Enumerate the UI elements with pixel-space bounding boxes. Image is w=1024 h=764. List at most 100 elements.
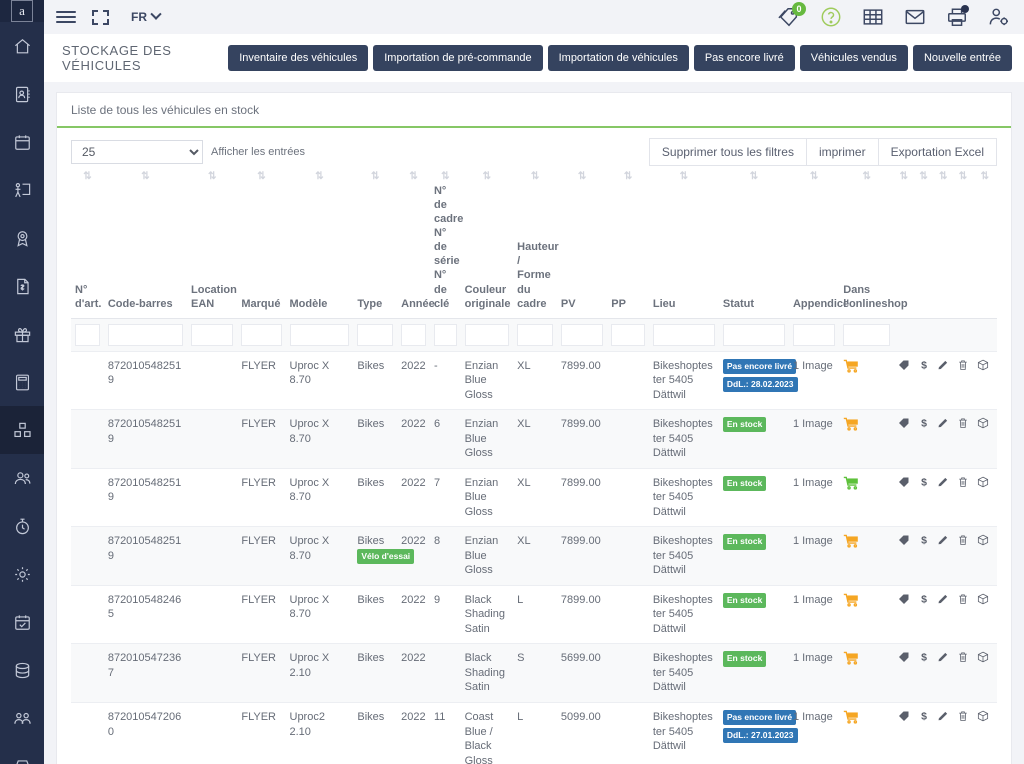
sort-toggle-20[interactable]: ⇅: [973, 166, 997, 184]
box-icon[interactable]: [977, 534, 993, 546]
sidebar-item-home[interactable]: [0, 22, 44, 70]
dollar-icon[interactable]: $: [918, 359, 930, 371]
page-length-select[interactable]: 102550100: [71, 140, 203, 164]
sort-toggle-8[interactable]: ⇅: [461, 166, 514, 184]
sort-toggle-12[interactable]: ⇅: [649, 166, 719, 184]
edit-icon[interactable]: [937, 651, 949, 663]
table-row[interactable]: 8720105482465 FLYER Uproc X 8.70 Bikes 2022 9…: [71, 585, 997, 644]
column-header-6[interactable]: Année: [397, 184, 435, 319]
sort-toggle-18[interactable]: ⇅: [933, 166, 953, 184]
column-filter-input-12[interactable]: [652, 323, 715, 346]
column-header-4[interactable]: Modèle: [285, 184, 354, 319]
column-header-8[interactable]: Couleur originale: [460, 184, 514, 319]
column-filter-input-0[interactable]: [75, 323, 100, 346]
dollar-icon[interactable]: $: [918, 593, 930, 605]
column-header-14[interactable]: Appendice: [788, 184, 849, 319]
tag-icon[interactable]: [898, 593, 910, 605]
column-filter-input-2[interactable]: [191, 323, 234, 346]
delete-icon[interactable]: [957, 710, 969, 722]
onlineshop-cart-icon[interactable]: [843, 710, 860, 724]
help-icon[interactable]: [820, 6, 842, 28]
onlineshop-cart-icon[interactable]: [843, 359, 860, 373]
tag-icon[interactable]: [898, 651, 910, 663]
sort-toggle-13[interactable]: ⇅: [719, 166, 789, 184]
column-header-2[interactable]: Location EAN: [187, 184, 238, 319]
sort-toggle-7[interactable]: ⇅: [430, 166, 461, 184]
delete-icon[interactable]: [957, 417, 969, 429]
app-logo[interactable]: a: [0, 0, 44, 22]
onlineshop-cart-icon[interactable]: [843, 651, 860, 666]
onlineshop-cart-icon[interactable]: [843, 476, 860, 490]
sidebar-item-team[interactable]: [0, 694, 44, 742]
column-filter-input-11[interactable]: [611, 323, 645, 346]
edit-icon[interactable]: [937, 417, 949, 429]
sort-toggle-9[interactable]: ⇅: [513, 166, 557, 184]
sidebar-item-award[interactable]: [0, 214, 44, 262]
delete-icon[interactable]: [957, 651, 969, 663]
box-icon[interactable]: [977, 651, 993, 663]
tag-icon[interactable]: [898, 710, 910, 722]
sort-toggle-16[interactable]: ⇅: [894, 166, 914, 184]
dollar-icon[interactable]: $: [918, 710, 930, 722]
delete-icon[interactable]: [957, 593, 969, 605]
nav-button-2[interactable]: Importation de véhicules: [547, 45, 689, 71]
edit-icon[interactable]: [937, 359, 949, 371]
nav-button-0[interactable]: Inventaire des véhicules: [228, 45, 369, 71]
column-header-11[interactable]: PP: [607, 184, 649, 319]
delete-icon[interactable]: [957, 534, 969, 546]
column-filter-input-4[interactable]: [289, 323, 350, 346]
sort-toggle-1[interactable]: ⇅: [104, 166, 187, 184]
column-header-9[interactable]: Hauteur / Forme du cadre: [513, 184, 559, 319]
table-row[interactable]: 8720105482519 FLYER Uproc X 8.70 Bikes Vélo …: [71, 526, 997, 586]
box-icon[interactable]: [977, 710, 993, 722]
column-header-17[interactable]: [913, 184, 934, 319]
table-row[interactable]: 8720105482519 FLYER Uproc X 8.70 Bikes 2022-…: [71, 351, 997, 410]
column-header-15[interactable]: Dans l'onlineshop: [839, 184, 908, 319]
column-header-20[interactable]: [972, 184, 997, 319]
sort-toggle-15[interactable]: ⇅: [839, 166, 894, 184]
onlineshop-cart-icon[interactable]: [843, 593, 860, 607]
column-filter-input-10[interactable]: [560, 323, 604, 346]
sort-toggle-14[interactable]: ⇅: [789, 166, 839, 184]
toolbar-button-2[interactable]: Exportation Excel: [877, 138, 997, 166]
menu-toggle-button[interactable]: [56, 11, 76, 23]
table-row[interactable]: 8720105482519 FLYER Uproc X 8.70 Bikes 2022 7…: [71, 468, 997, 527]
column-header-13[interactable]: Statut: [718, 184, 789, 319]
fullscreen-button[interactable]: [92, 9, 109, 25]
tag-icon[interactable]: [898, 417, 910, 429]
nav-button-3[interactable]: Pas encore livré: [693, 45, 795, 71]
nav-button-5[interactable]: Nouvelle entrée: [912, 45, 1012, 71]
column-filter-input-5[interactable]: [357, 323, 394, 346]
language-selector[interactable]: FR: [131, 8, 162, 24]
column-header-5[interactable]: Type: [353, 184, 398, 319]
sidebar-item-tasks[interactable]: [0, 598, 44, 646]
column-header-7[interactable]: N° de cadre N° de série N° de clé: [429, 184, 463, 319]
sidebar-item-stock[interactable]: [0, 406, 44, 454]
sidebar-item-settings[interactable]: [0, 550, 44, 598]
sort-toggle-4[interactable]: ⇅: [286, 166, 354, 184]
sort-toggle-6[interactable]: ⇅: [397, 166, 430, 184]
sidebar-item-gift[interactable]: [0, 310, 44, 358]
sidebar-item-customers[interactable]: [0, 454, 44, 502]
sort-toggle-10[interactable]: ⇅: [557, 166, 607, 184]
sidebar-item-pos[interactable]: [0, 742, 44, 764]
sidebar-item-calendar[interactable]: [0, 118, 44, 166]
delete-icon[interactable]: [957, 476, 969, 488]
sidebar-item-invoice[interactable]: [0, 262, 44, 310]
dollar-icon[interactable]: $: [918, 651, 930, 664]
column-header-18[interactable]: [933, 184, 954, 319]
onlineshop-cart-icon[interactable]: [843, 534, 860, 548]
box-icon[interactable]: [977, 417, 993, 429]
dollar-icon[interactable]: $: [918, 417, 930, 430]
sort-toggle-11[interactable]: ⇅: [607, 166, 649, 184]
sidebar-item-contacts[interactable]: [0, 70, 44, 118]
sidebar-item-timer[interactable]: [0, 502, 44, 550]
sidebar-item-database[interactable]: [0, 646, 44, 694]
box-icon[interactable]: [977, 593, 993, 605]
column-filter-input-15[interactable]: [843, 323, 890, 346]
user-settings-icon[interactable]: [988, 6, 1010, 28]
column-filter-input-13[interactable]: [722, 323, 785, 346]
sort-toggle-3[interactable]: ⇅: [237, 166, 285, 184]
column-filter-input-7[interactable]: [433, 323, 457, 346]
dollar-icon[interactable]: $: [918, 476, 930, 488]
